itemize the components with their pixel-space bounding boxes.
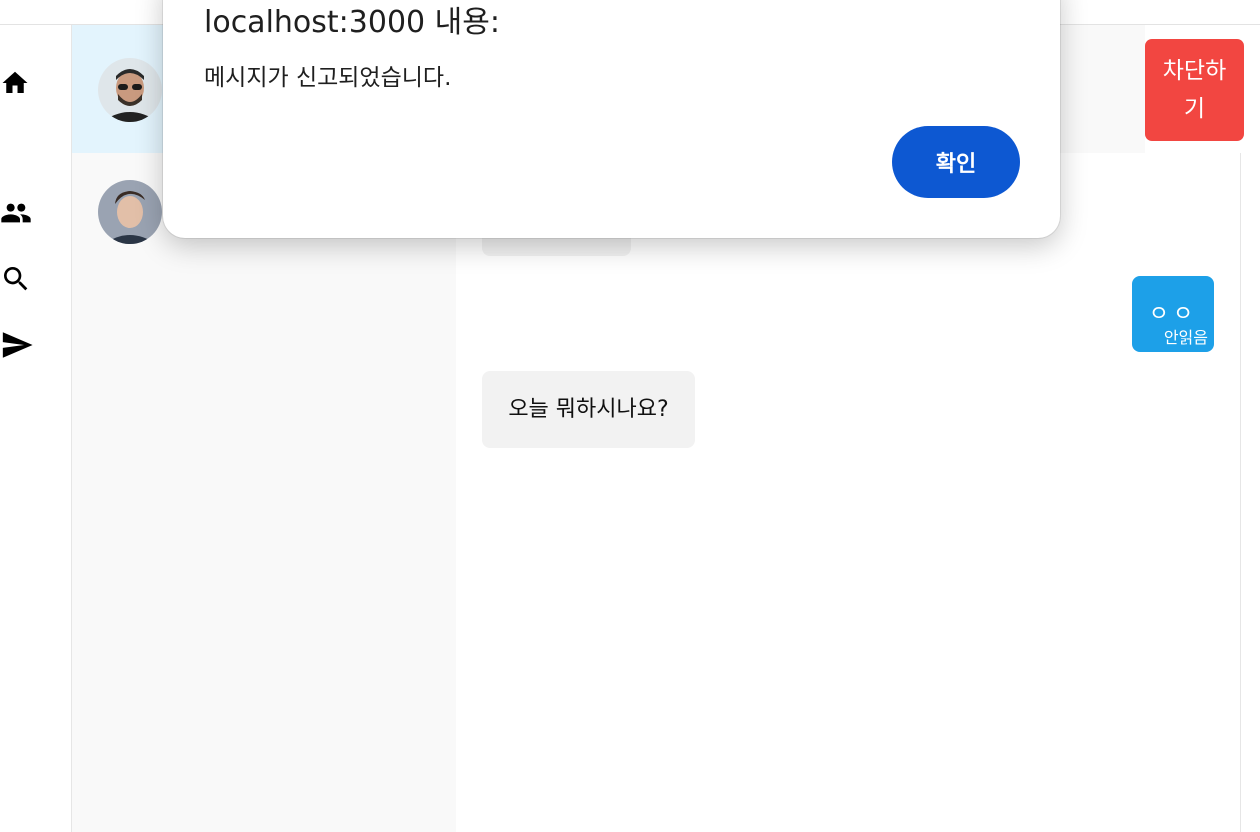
message-bubble-theirs[interactable]: 오늘 뭐하시나요? xyxy=(482,371,695,448)
confirm-button[interactable]: 확인 xyxy=(892,126,1020,198)
page: 차단하기 ㅇㅇ 안읽음 오늘 뭐하시나요? localhost:3000 내용:… xyxy=(0,0,1260,832)
avatar xyxy=(98,180,162,244)
avatar xyxy=(98,58,162,122)
search-icon[interactable] xyxy=(0,262,34,296)
send-icon[interactable] xyxy=(0,328,34,362)
dialog-title: localhost:3000 내용: xyxy=(204,5,500,40)
people-icon[interactable] xyxy=(0,196,34,230)
divider xyxy=(1240,153,1241,832)
home-icon[interactable] xyxy=(0,66,34,100)
dialog-message: 메시지가 신고되었습니다. xyxy=(204,65,452,91)
alert-dialog: localhost:3000 내용: 메시지가 신고되었습니다. 확인 xyxy=(163,0,1060,238)
message-bubble-mine[interactable]: ㅇㅇ 안읽음 xyxy=(1132,276,1214,352)
block-button[interactable]: 차단하기 xyxy=(1145,39,1244,141)
icon-navigation xyxy=(0,25,72,832)
unread-status: 안읽음 xyxy=(1163,328,1208,347)
